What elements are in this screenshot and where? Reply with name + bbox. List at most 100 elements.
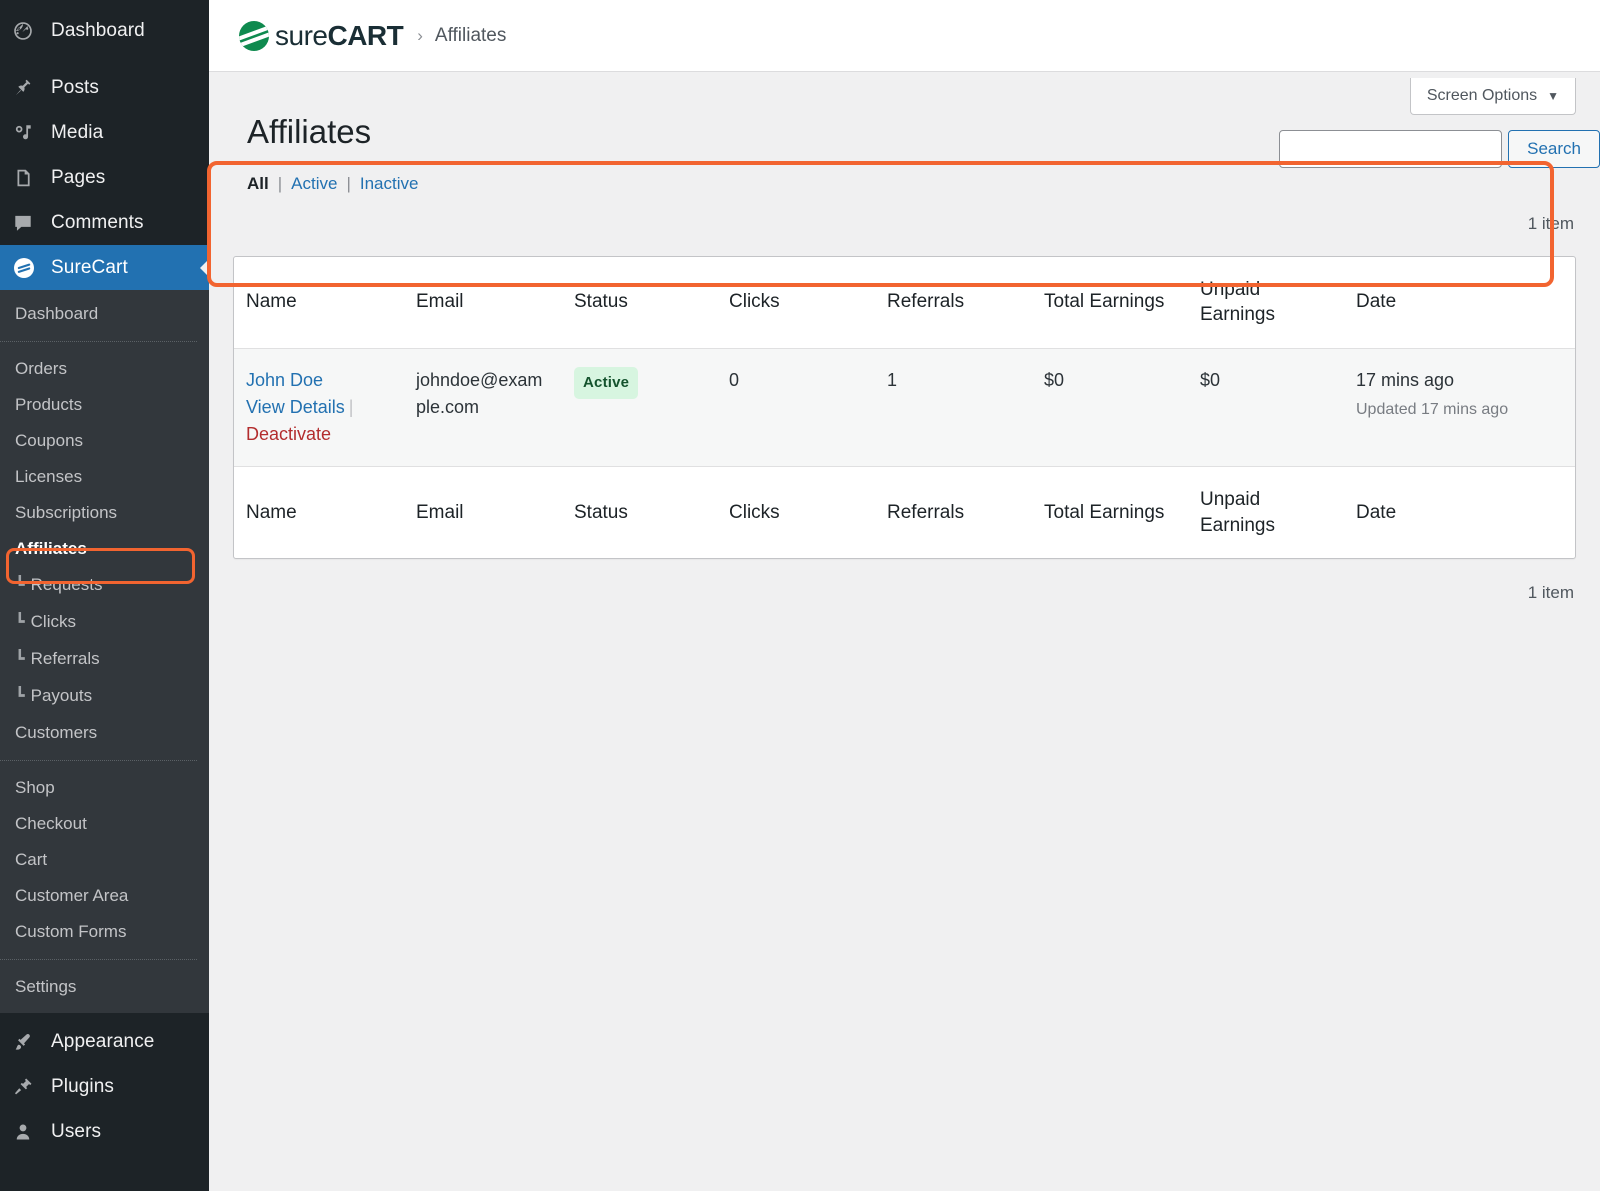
footer-header-status[interactable]: Status xyxy=(562,466,717,558)
sidebar-item-label: Posts xyxy=(51,77,99,99)
hook-glyph-icon: ┗ xyxy=(15,688,25,705)
submenu-item-label: Checkout xyxy=(15,814,87,833)
sidebar-bottom-menu: Appearance Plugins Users xyxy=(0,1013,209,1154)
hook-glyph-icon: ┗ xyxy=(15,614,25,631)
footer-header-name[interactable]: Name xyxy=(234,466,404,558)
submenu-item-clicks[interactable]: ┗ Clicks xyxy=(0,604,209,641)
surecart-icon xyxy=(12,256,42,280)
filter-all[interactable]: All xyxy=(247,174,269,194)
column-header-referrals[interactable]: Referrals xyxy=(875,257,1032,349)
filter-inactive[interactable]: Inactive xyxy=(360,174,419,194)
sidebar-item-plugins[interactable]: Plugins xyxy=(0,1064,209,1109)
status-badge: Active xyxy=(574,367,638,400)
filter-active[interactable]: Active xyxy=(291,174,337,194)
submenu-item-custom-forms[interactable]: Custom Forms xyxy=(0,914,209,950)
column-header-email[interactable]: Email xyxy=(404,257,562,349)
admin-sidebar: Dashboard Posts Media Pages xyxy=(0,0,209,1191)
sidebar-item-label: Dashboard xyxy=(51,20,145,42)
affiliate-name-link[interactable]: John Doe xyxy=(246,370,323,390)
submenu-item-referrals[interactable]: ┗Referrals xyxy=(0,641,209,678)
sidebar-item-label: Users xyxy=(51,1121,101,1143)
submenu-item-affiliates[interactable]: Affiliates xyxy=(0,531,209,567)
paintbrush-icon xyxy=(12,1030,42,1054)
column-header-unpaid-earnings[interactable]: Unpaid Earnings xyxy=(1188,257,1344,349)
sidebar-item-surecart[interactable]: SureCart xyxy=(0,245,209,290)
submenu-item-customers[interactable]: Customers xyxy=(0,715,209,751)
submenu-item-label: Customer Area xyxy=(15,886,128,905)
sidebar-item-users[interactable]: Users xyxy=(0,1109,209,1154)
submenu-item-orders[interactable]: Orders xyxy=(0,351,209,387)
wordpress-admin-screen: Dashboard Posts Media Pages xyxy=(0,0,1600,1191)
table-foot: Name Email Status Clicks Referrals Total… xyxy=(234,466,1575,558)
sidebar-top-menu: Dashboard Posts Media Pages xyxy=(0,0,209,290)
cell-total-earnings: $0 xyxy=(1032,348,1188,466)
submenu-item-customer-area[interactable]: Customer Area xyxy=(0,878,209,914)
surecart-logo-icon xyxy=(239,21,269,51)
user-icon xyxy=(12,1120,42,1144)
footer-header-total-earnings[interactable]: Total Earnings xyxy=(1032,466,1188,558)
submenu-item-label: Products xyxy=(15,395,82,414)
date-updated: Updated 17 mins ago xyxy=(1356,398,1563,422)
submenu-item-payouts[interactable]: ┗ Payouts xyxy=(0,678,209,715)
column-header-date[interactable]: Date xyxy=(1344,257,1575,349)
cell-date: 17 mins ago Updated 17 mins ago xyxy=(1344,348,1575,466)
footer-header-email[interactable]: Email xyxy=(404,466,562,558)
view-details-link[interactable]: View Details xyxy=(246,397,345,417)
submenu-item-label: Payouts xyxy=(31,686,92,705)
column-header-total-earnings[interactable]: Total Earnings xyxy=(1032,257,1188,349)
submenu-item-dashboard[interactable]: Dashboard xyxy=(0,296,209,332)
wordmark-bold: CART xyxy=(327,20,403,51)
search-input[interactable] xyxy=(1279,130,1502,168)
submenu-item-checkout[interactable]: Checkout xyxy=(0,806,209,842)
footer-header-referrals[interactable]: Referrals xyxy=(875,466,1032,558)
submenu-item-label: Affiliates xyxy=(15,539,87,558)
column-header-status[interactable]: Status xyxy=(562,257,717,349)
submenu-item-label: Coupons xyxy=(15,431,83,450)
surecart-topbar: sureCART › Affiliates xyxy=(209,0,1600,72)
sidebar-item-label: Pages xyxy=(51,167,105,189)
footer-header-clicks[interactable]: Clicks xyxy=(717,466,875,558)
pages-icon xyxy=(12,166,42,190)
submenu-item-products[interactable]: Products xyxy=(0,387,209,423)
sidebar-item-label: Appearance xyxy=(51,1031,154,1053)
column-header-clicks[interactable]: Clicks xyxy=(717,257,875,349)
cell-name: John Doe View Details| Deactivate xyxy=(234,348,404,466)
table-head: Name Email Status Clicks Referrals Total… xyxy=(234,257,1575,349)
item-count-bottom: 1 item xyxy=(233,583,1576,603)
sidebar-item-media[interactable]: Media xyxy=(0,110,209,155)
cell-referrals: 1 xyxy=(875,348,1032,466)
submenu-item-subscriptions[interactable]: Subscriptions xyxy=(0,495,209,531)
submenu-item-coupons[interactable]: Coupons xyxy=(0,423,209,459)
submenu-item-label: Shop xyxy=(15,778,55,797)
search-button[interactable]: Search xyxy=(1508,130,1600,168)
sidebar-item-label: SureCart xyxy=(51,257,128,279)
footer-header-unpaid-earnings[interactable]: Unpaid Earnings xyxy=(1188,466,1344,558)
comment-icon xyxy=(12,211,42,235)
sidebar-item-label: Plugins xyxy=(51,1076,114,1098)
submenu-item-label: Customers xyxy=(15,723,97,742)
submenu-item-licenses[interactable]: Licenses xyxy=(0,459,209,495)
wordmark-light: sure xyxy=(275,20,327,51)
submenu-item-settings[interactable]: Settings xyxy=(0,969,209,1005)
submenu-item-label: Clicks xyxy=(31,612,76,631)
submenu-item-label: Licenses xyxy=(15,467,82,486)
submenu-item-requests[interactable]: ┗Requests xyxy=(0,567,209,604)
sidebar-item-dashboard[interactable]: Dashboard xyxy=(0,8,209,53)
column-header-name[interactable]: Name xyxy=(234,257,404,349)
sidebar-item-pages[interactable]: Pages xyxy=(0,155,209,200)
sidebar-item-posts[interactable]: Posts xyxy=(0,65,209,110)
deactivate-link[interactable]: Deactivate xyxy=(246,424,331,444)
surecart-submenu: Dashboard Orders Products Coupons Licens… xyxy=(0,290,209,1013)
table-row[interactable]: John Doe View Details| Deactivate johndo… xyxy=(234,348,1575,466)
sidebar-item-label: Comments xyxy=(51,212,144,234)
cell-status: Active xyxy=(562,348,717,466)
cell-email: johndoe@example.com xyxy=(404,348,562,466)
submenu-item-label: Cart xyxy=(15,850,47,869)
sidebar-item-appearance[interactable]: Appearance xyxy=(0,1019,209,1064)
submenu-item-cart[interactable]: Cart xyxy=(0,842,209,878)
sidebar-item-comments[interactable]: Comments xyxy=(0,200,209,245)
footer-header-date[interactable]: Date xyxy=(1344,466,1575,558)
submenu-item-shop[interactable]: Shop xyxy=(0,770,209,806)
cell-unpaid-earnings: $0 xyxy=(1188,348,1344,466)
table-footer-row: Name Email Status Clicks Referrals Total… xyxy=(234,466,1575,558)
